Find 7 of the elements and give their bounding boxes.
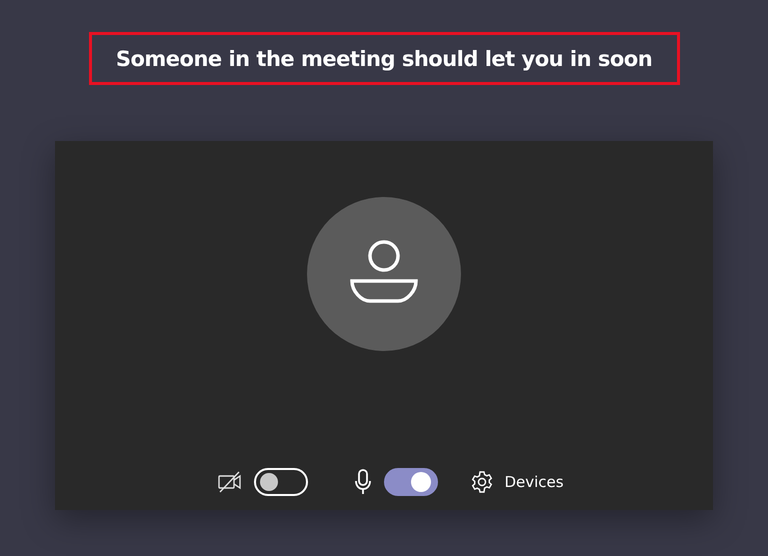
camera-toggle[interactable] <box>254 468 308 496</box>
settings-icon <box>470 470 494 494</box>
camera-off-icon <box>218 471 242 493</box>
microphone-toggle[interactable] <box>384 468 438 496</box>
status-message: Someone in the meeting should let you in soon <box>88 32 680 85</box>
devices-button[interactable]: Devices <box>468 468 566 496</box>
microphone-icon <box>354 469 372 495</box>
